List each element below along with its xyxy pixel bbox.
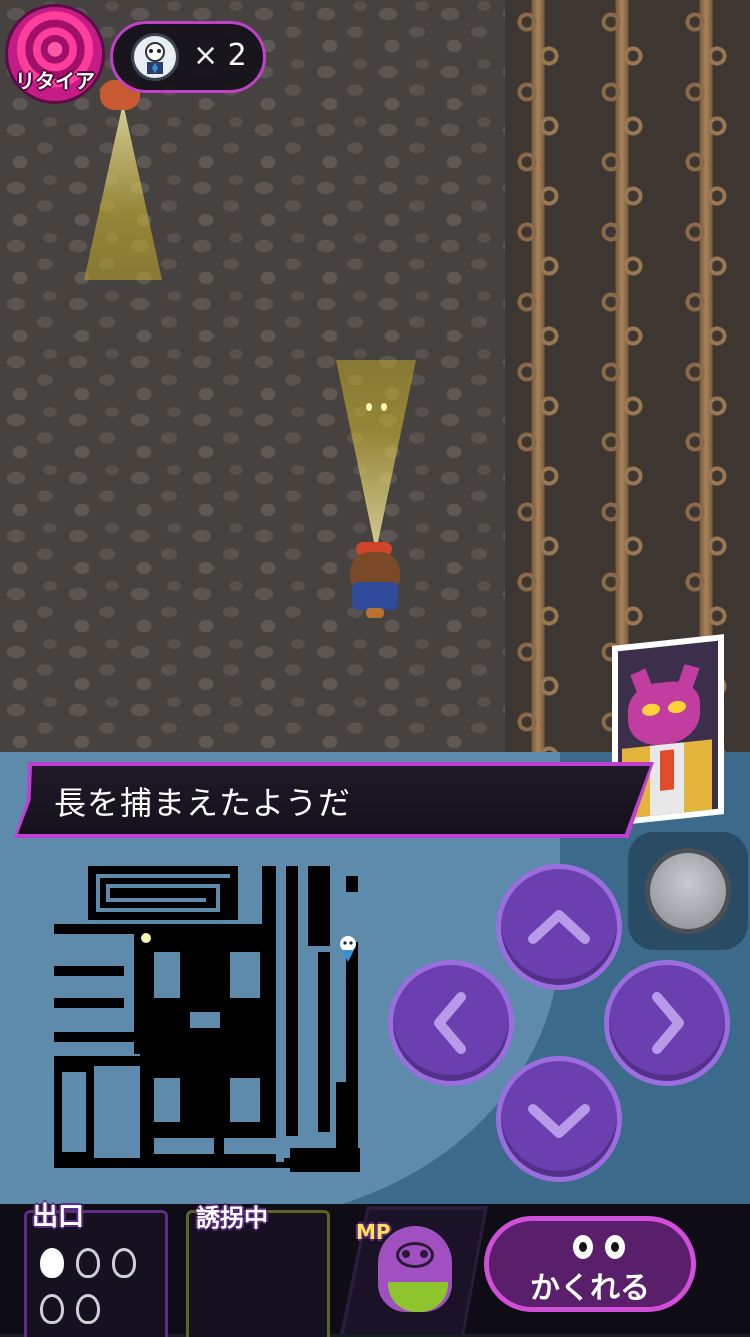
- lives-counter: × 2: [110, 21, 266, 93]
- vine: [593, 0, 651, 752]
- kidnapping-label: 誘拐中: [196, 1204, 268, 1232]
- soul-icon: [76, 1248, 100, 1278]
- minimap: [54, 866, 360, 1172]
- eyes-icon: [567, 1235, 631, 1263]
- soul-icon: [40, 1248, 64, 1278]
- flashlight-beam: [336, 360, 416, 544]
- dpad-down-button[interactable]: [496, 1056, 622, 1182]
- ghost-icon: [131, 33, 179, 81]
- analog-stick-knob[interactable]: [650, 853, 726, 929]
- dpad-up-button[interactable]: [496, 864, 622, 990]
- soul-icon: [76, 1294, 100, 1324]
- soul-icon: [40, 1294, 64, 1324]
- dungeon-floor: [0, 0, 750, 752]
- dialog-message: 長を捕まえたようだ: [54, 784, 352, 822]
- hide-label: かくれる: [530, 1271, 650, 1306]
- player-marker: [141, 933, 151, 943]
- lurking-eyes: [366, 396, 388, 415]
- soul-icon: [112, 1248, 136, 1278]
- exit-label: 出口: [32, 1202, 85, 1232]
- retire-label: リタイア: [15, 69, 95, 93]
- player-character: [348, 542, 402, 618]
- dpad-left-button[interactable]: [388, 960, 514, 1086]
- flashlight-beam: [84, 110, 162, 280]
- retire-button[interactable]: リタイア: [8, 7, 102, 101]
- vine: [509, 0, 567, 752]
- lives-count: × 2: [193, 38, 247, 73]
- hide-button[interactable]: かくれる: [484, 1216, 696, 1312]
- dpad-right-button[interactable]: [604, 960, 730, 1086]
